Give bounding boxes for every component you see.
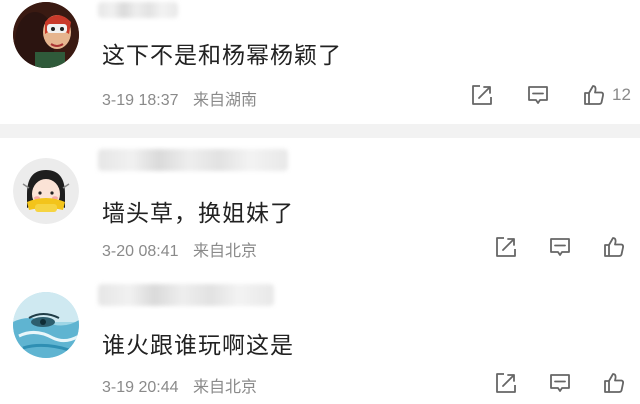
reply-button[interactable] (548, 235, 572, 259)
share-button[interactable] (494, 235, 518, 259)
comment-icon (550, 238, 570, 256)
reply-button[interactable] (526, 83, 550, 107)
share-icon (496, 373, 516, 393)
share-button[interactable] (494, 371, 518, 395)
share-button[interactable] (470, 83, 494, 107)
comment-text: 墙头草，换姐妹了 (102, 201, 294, 227)
comment-actions (494, 371, 626, 397)
avatar[interactable] (13, 2, 79, 68)
thumbs-up-icon (604, 373, 624, 393)
username-blurred[interactable] (98, 284, 274, 306)
divider (0, 124, 640, 138)
username-blurred[interactable] (98, 2, 178, 18)
comment-location: 来自北京 (192, 379, 257, 396)
share-icon (472, 85, 492, 105)
avatar[interactable] (13, 292, 79, 358)
comment-meta: 3-19 18:37 来自湖南 (102, 86, 267, 110)
like-count: 12 (612, 85, 631, 104)
thumbs-up-icon (584, 85, 604, 105)
comment-location: 来自湖南 (192, 92, 257, 109)
like-button[interactable] (602, 371, 632, 395)
comment-date: 3-20 08:41 (102, 243, 179, 260)
comment-date: 3-19 18:37 (102, 92, 179, 109)
username-blurred[interactable] (98, 149, 288, 171)
comment-icon (528, 86, 548, 104)
comment-actions: 12 (470, 83, 631, 109)
reply-button[interactable] (548, 371, 572, 395)
share-icon (496, 237, 516, 257)
like-button[interactable] (602, 235, 632, 259)
like-button[interactable]: 12 (582, 83, 631, 107)
comment-icon (550, 374, 570, 392)
comment-location: 来自北京 (192, 243, 257, 260)
comment-meta: 3-19 20:44 来自北京 (102, 373, 267, 397)
comment-feed: 这下不是和杨幂杨颖了 3-19 18:37 来自湖南 12 墙头草，换姐妹了 3… (0, 0, 640, 404)
comment-meta: 3-20 08:41 来自北京 (102, 237, 267, 261)
thumbs-up-icon (604, 237, 624, 257)
avatar[interactable] (13, 158, 79, 224)
comment-item: 谁火跟谁玩啊这是 3-19 20:44 来自北京 (0, 274, 640, 404)
comment-text: 这下不是和杨幂杨颖了 (102, 43, 342, 69)
comment-item: 这下不是和杨幂杨颖了 3-19 18:37 来自湖南 12 (0, 0, 640, 124)
comment-date: 3-19 20:44 (102, 379, 179, 396)
comment-text: 谁火跟谁玩啊这是 (102, 333, 294, 359)
comment-item: 墙头草，换姐妹了 3-20 08:41 来自北京 (0, 138, 640, 274)
comment-actions (494, 235, 626, 261)
